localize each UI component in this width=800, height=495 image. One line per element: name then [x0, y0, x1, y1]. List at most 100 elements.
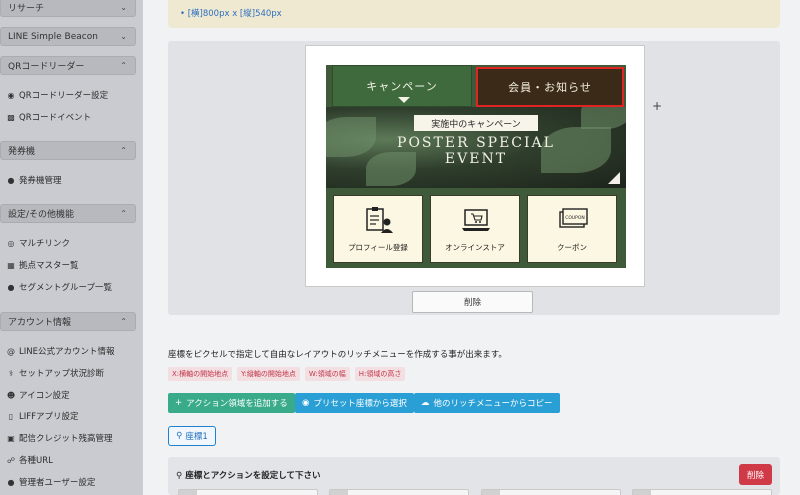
legend-w: W:領域の幅: [304, 367, 350, 381]
preset-coordinate-button[interactable]: ◉ プリセット座標から選択: [295, 393, 414, 413]
online-store-label: オンラインストア: [445, 243, 505, 252]
sidebar-item-qr-event[interactable]: ▩ QRコードイベント: [6, 111, 91, 124]
add-action-area-label: アクション領域を追加する: [186, 399, 288, 409]
sidebar-item-label: マルチリンク: [19, 239, 71, 249]
profile-register-label: プロフィール登録: [348, 243, 408, 252]
tab-campaign[interactable]: キャンペーン: [332, 65, 472, 107]
sidebar-item-label: LIFFアプリ設定: [19, 412, 79, 422]
link-icon: ☍: [6, 455, 16, 465]
richmenu-image[interactable]: キャンペーン 会員・お知らせ 実施中のキャンペーン POSTER SPECIAL…: [326, 65, 626, 268]
w-input[interactable]: [481, 489, 621, 495]
sidebar-item-line-official[interactable]: @ LINE公式アカウント情報: [6, 345, 115, 358]
chevron-down-icon: ⌄: [120, 32, 127, 41]
preset-coordinate-label: プリセット座標から選択: [313, 399, 407, 409]
sidebar-section-research[interactable]: リサーチ ⌄: [0, 0, 136, 17]
stethoscope-icon: ⚕: [8, 368, 14, 378]
profile-register-button[interactable]: プロフィール登録: [333, 195, 423, 263]
palette-icon: ◉: [302, 398, 310, 408]
chevron-down-icon: ⌄: [120, 3, 127, 12]
sidebar-item-segment[interactable]: ● セグメントグループ一覧: [6, 281, 113, 294]
sidebar-item-label: LINE公式アカウント情報: [19, 347, 115, 357]
at-icon: @: [7, 346, 15, 356]
sidebar-section-settings[interactable]: 設定/その他機能 ⌃: [0, 204, 136, 223]
hero-banner[interactable]: 実施中のキャンペーン POSTER SPECIAL EVENT: [326, 107, 626, 188]
chevron-up-icon: ⌃: [120, 61, 127, 70]
sidebar-item-label: セグメントグループ一覧: [19, 283, 112, 293]
sidebar-item-setup[interactable]: ⚕ セットアップ状況診断: [6, 367, 105, 380]
online-store-button[interactable]: オンラインストア: [430, 195, 520, 263]
input-addon: [633, 490, 651, 495]
sidebar-item-label: 配信クレジット残高管理: [19, 434, 113, 444]
tab-campaign-label: キャンペーン: [366, 80, 438, 93]
sidebar-section-label: リサーチ: [8, 4, 45, 14]
input-addon: [482, 490, 500, 495]
sidebar-item-ticket-manage[interactable]: ● 発券機管理: [6, 174, 62, 187]
sidebar-item-qr-settings[interactable]: ◉ QRコードリーダー設定: [6, 89, 109, 102]
coupon-label: クーポン: [557, 243, 587, 252]
sidebar-item-liff[interactable]: ▯ LIFFアプリ設定: [6, 410, 79, 423]
users-icon: ●: [7, 477, 15, 487]
mobile-icon: ▯: [8, 411, 14, 421]
chevron-up-icon: ⌃: [120, 146, 127, 155]
sidebar-item-master[interactable]: ▦ 拠点マスター覧: [6, 259, 79, 272]
sidebar-item-label: 各種URL: [19, 456, 53, 466]
tab-coordinate-1[interactable]: ⚲ 座標1: [168, 426, 216, 446]
sidebar-item-label: 管理者ユーザー設定: [19, 478, 96, 488]
user-circle-icon: ☻: [6, 390, 16, 400]
sidebar-item-icon-setting[interactable]: ☻ アイコン設定: [6, 389, 70, 402]
coupon-button[interactable]: COUPON クーポン: [527, 195, 617, 263]
x-input[interactable]: [178, 489, 318, 495]
chevron-up-icon: ⌃: [120, 317, 127, 326]
input-addon: [179, 490, 197, 495]
sidebar-section-label: 設定/その他機能: [8, 210, 75, 220]
coordinate-delete-button[interactable]: 削除: [739, 464, 772, 485]
globe-icon: ◎: [7, 238, 15, 248]
hero-title-line2: EVENT: [444, 151, 508, 167]
richmenu-button-row: プロフィール登録 オンラインストア COUPON クーポン: [326, 188, 626, 268]
sidebar-item-credit[interactable]: ▣ 配信クレジット残高管理: [6, 432, 113, 445]
sidebar-item-admin-users[interactable]: ● 管理者ユーザー設定: [6, 476, 96, 489]
tab-member-news[interactable]: 会員・お知らせ: [476, 67, 624, 107]
users-icon: ●: [7, 175, 15, 185]
map-pin-icon: ⚲: [176, 471, 183, 481]
coordinate-settings-panel: ⚲ 座標とアクションを設定して下さい 削除: [168, 457, 780, 495]
copy-richmenu-button[interactable]: ☁ 他のリッチメニューからコピー: [414, 393, 560, 413]
settings-panel-title-text: 座標とアクションを設定して下さい: [185, 471, 321, 481]
y-input[interactable]: [329, 489, 469, 495]
input-addon: [330, 490, 348, 495]
plus-icon: +: [175, 398, 183, 408]
sidebar-section-line-beacon[interactable]: LINE Simple Beacon ⌄: [0, 27, 136, 46]
sidebar-section-label: LINE Simple Beacon: [8, 31, 98, 42]
size-value: [横]800px x [縦]540px: [187, 9, 282, 19]
sidebar-item-label: アイコン設定: [19, 391, 70, 401]
sidebar-item-multilink[interactable]: ◎ マルチリンク: [6, 237, 71, 250]
size-notice-text: • [横]800px x [縦]540px: [180, 9, 282, 19]
hero-badge: 実施中のキャンペーン: [414, 115, 538, 131]
copy-richmenu-label: 他のリッチメニューからコピー: [433, 399, 553, 409]
hero-title: POSTER SPECIAL EVENT: [326, 135, 626, 167]
sidebar-section-account[interactable]: アカウント情報 ⌃: [0, 312, 136, 331]
crosshair-cursor-icon: +: [652, 99, 663, 113]
h-input[interactable]: [632, 489, 772, 495]
sidebar-section-ticket[interactable]: 発券機 ⌃: [0, 141, 136, 160]
preview-delete-button[interactable]: 削除: [412, 291, 533, 313]
coordinate-legend: X:横軸の開始地点 Y:縦軸の開始地点 W:領域の幅 H:領域の高さ: [168, 367, 406, 381]
leaf-decoration: [581, 107, 626, 129]
settings-panel-title: ⚲ 座標とアクションを設定して下さい: [176, 469, 321, 481]
sidebar-item-label: QRコードリーダー設定: [19, 91, 109, 101]
sidebar-section-label: アカウント情報: [8, 318, 72, 328]
sidebar-item-label: セットアップ状況診断: [19, 369, 105, 379]
sidebar-item-urls[interactable]: ☍ 各種URL: [6, 454, 53, 467]
users-icon: ●: [7, 282, 15, 292]
tab-member-news-label: 会員・お知らせ: [508, 81, 592, 94]
clipboard-user-icon: [366, 207, 393, 233]
coupon-icon: COUPON: [559, 208, 588, 228]
money-icon: ▣: [7, 433, 15, 443]
sidebar-section-qr[interactable]: QRコードリーダー ⌃: [0, 56, 136, 75]
sidebar: リサーチ ⌄ LINE Simple Beacon ⌄ QRコードリーダー ⌃ …: [0, 0, 143, 495]
richmenu-preview: キャンペーン 会員・お知らせ 実施中のキャンペーン POSTER SPECIAL…: [305, 45, 645, 287]
qrcode-icon: ▩: [7, 112, 15, 122]
add-action-area-button[interactable]: + アクション領域を追加する: [168, 393, 295, 413]
sidebar-item-label: 拠点マスター覧: [19, 261, 79, 271]
tab-coordinate-1-label: 座標1: [185, 432, 208, 442]
